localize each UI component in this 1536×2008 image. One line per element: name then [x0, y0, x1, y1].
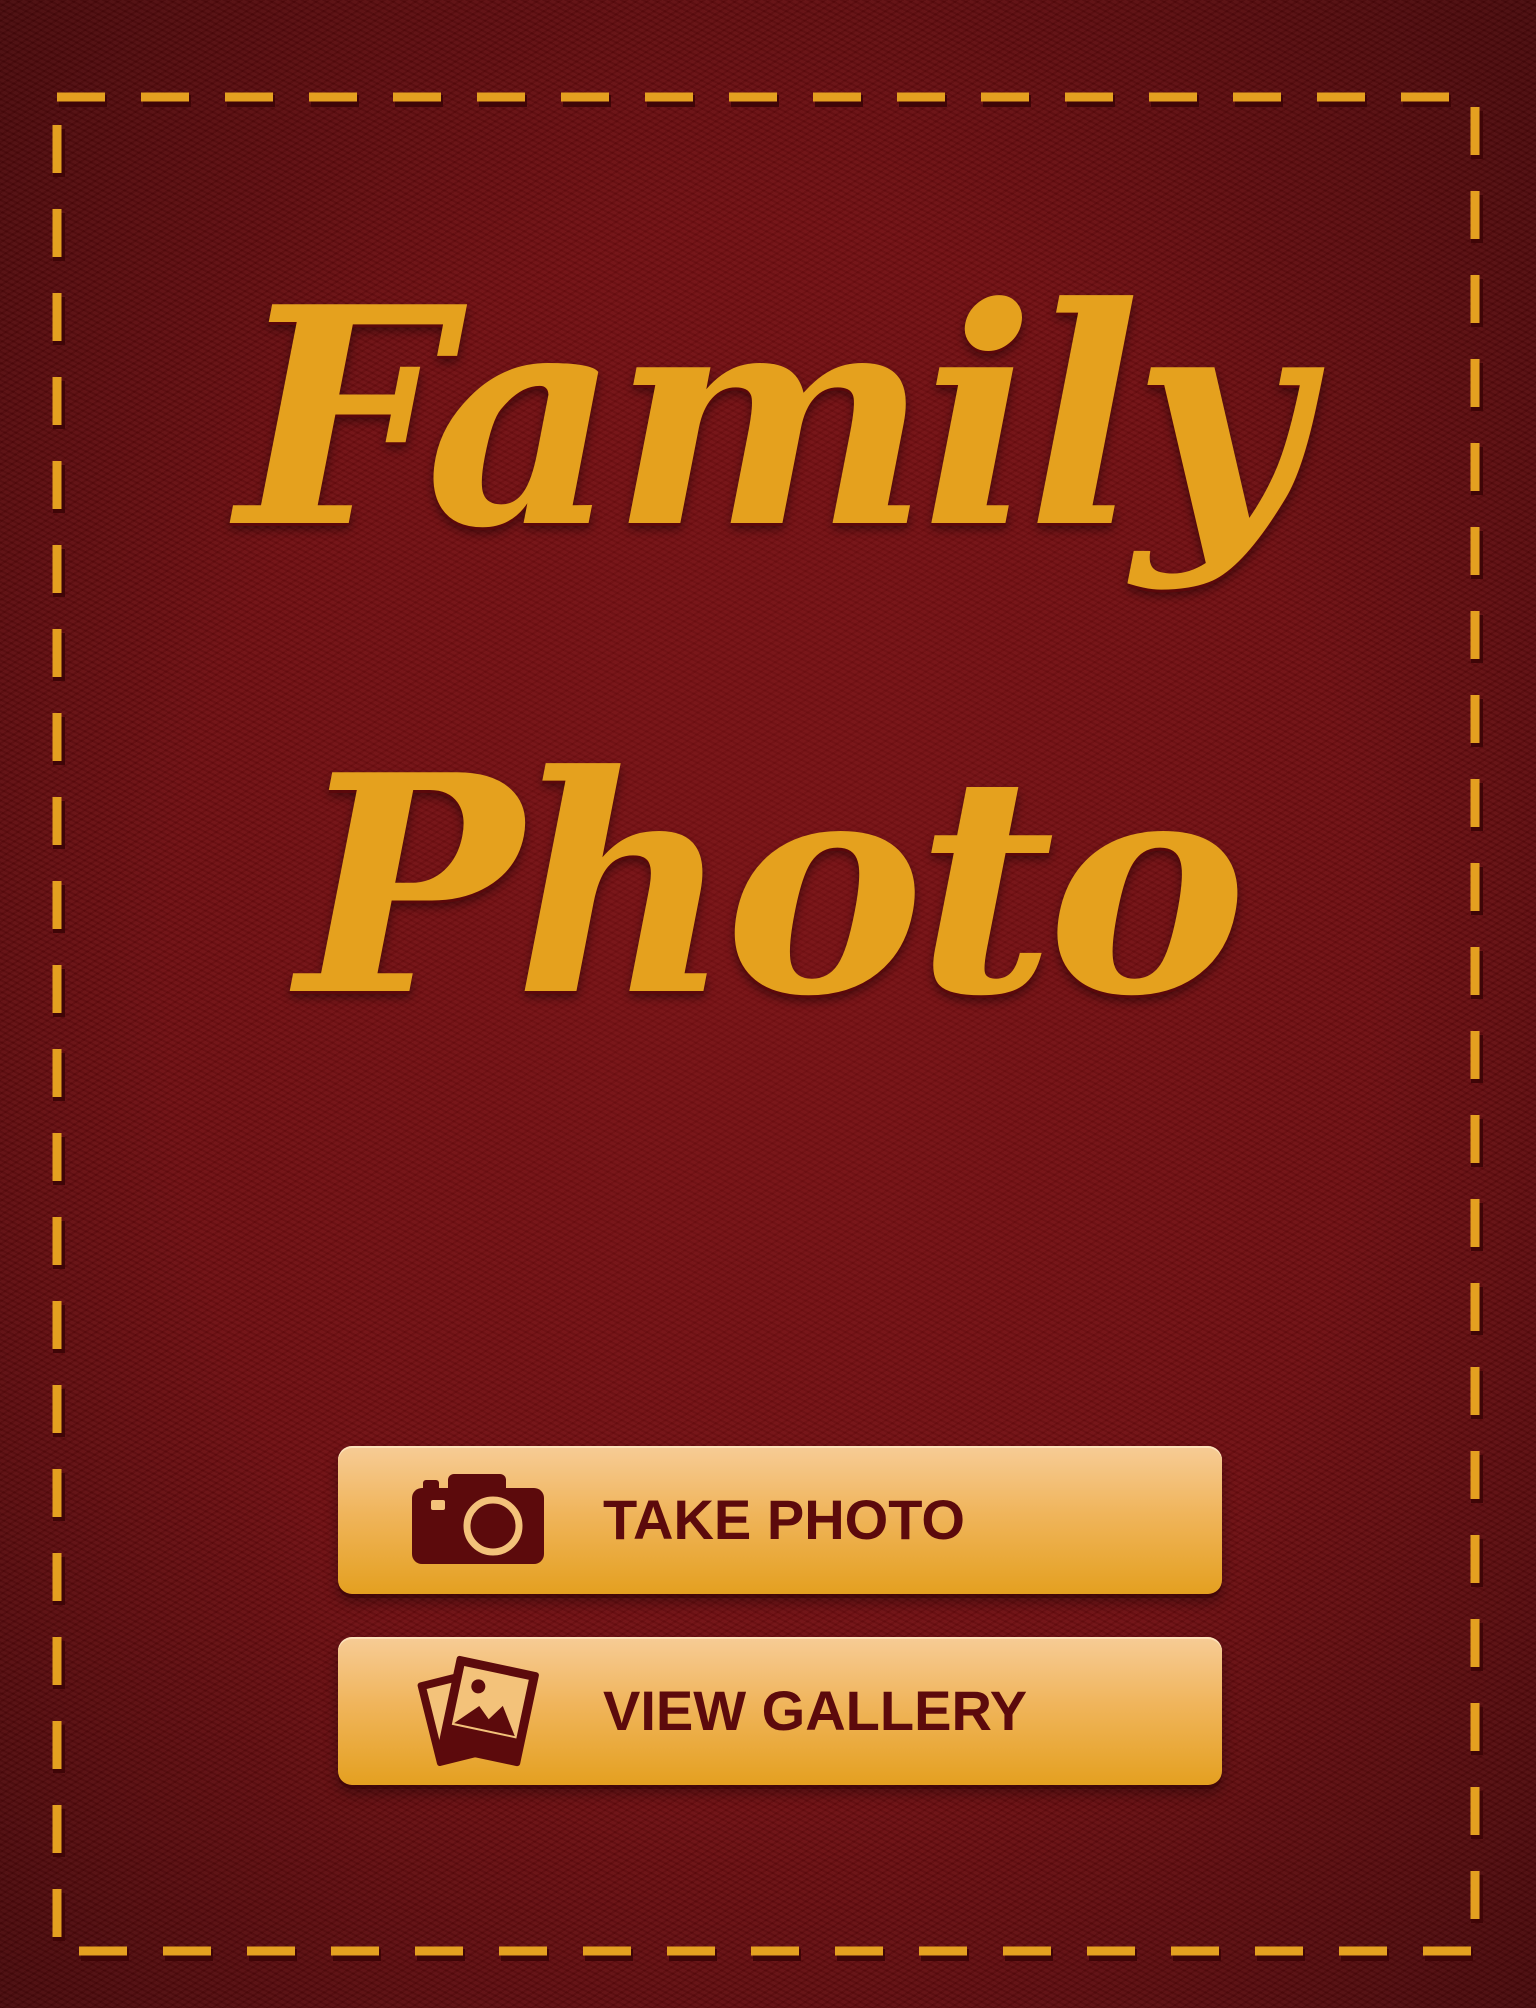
- camera-icon: [408, 1470, 548, 1570]
- take-photo-button[interactable]: TAKE PHOTO: [338, 1446, 1222, 1594]
- view-gallery-label: VIEW GALLERY: [603, 1679, 1028, 1742]
- take-photo-label: TAKE PHOTO: [603, 1488, 965, 1551]
- app-title-line1: Family: [236, 241, 1308, 594]
- view-gallery-button[interactable]: VIEW GALLERY: [338, 1637, 1222, 1785]
- photos-icon: [408, 1655, 548, 1767]
- app-title-line2: Photo: [296, 709, 1247, 1062]
